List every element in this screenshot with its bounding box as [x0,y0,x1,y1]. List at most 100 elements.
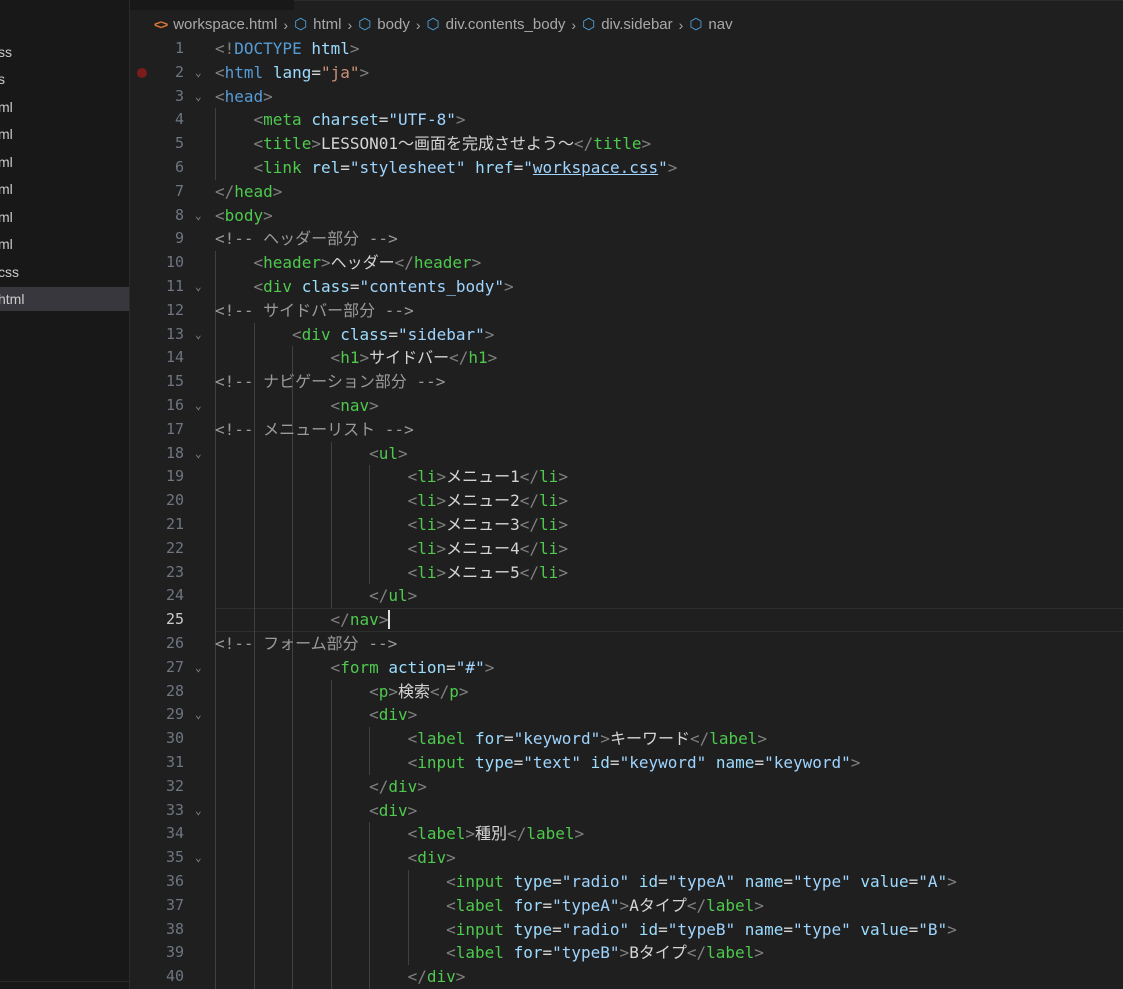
code-text[interactable]: <p>検索</p> [369,680,468,704]
code-line[interactable]: 16 ⌄ <nav> [130,394,1123,418]
breadcrumb-item[interactable]: ⬡ div.contents_body [427,14,566,36]
code-text[interactable]: <!-- サイドバー部分 --> [215,299,414,323]
code-line[interactable]: 6 <link rel="stylesheet" href="workspace.… [130,156,1123,180]
code-text[interactable]: <header>ヘッダー</header> [254,251,482,275]
code-text[interactable]: <div class="sidebar"> [292,323,494,347]
code-line[interactable]: 29 ⌄ <div> [130,703,1123,728]
active-tab[interactable] [294,0,1123,11]
explorer-file-item[interactable]: ml [0,232,129,256]
code-text[interactable]: <label for="keyword">キーワード</label> [408,727,767,751]
explorer-file-item[interactable]: s [0,67,129,91]
code-line[interactable]: 19 <li>メニュー1</li> [130,465,1123,490]
code-line[interactable]: 30 <label for="keyword">キーワード</label> [130,727,1123,751]
code-line[interactable]: 21 <li>メニュー3</li> [130,513,1123,537]
code-line[interactable]: 26 <!-- フォーム部分 --> [130,632,1123,656]
fold-chevron-icon[interactable]: ⌄ [195,703,202,727]
breadcrumb-item[interactable]: ⬡ body [358,14,410,36]
code-line[interactable]: 4 <meta charset="UTF-8"> [130,108,1123,133]
code-text[interactable]: <link rel="stylesheet" href="workspace.c… [254,156,678,180]
code-text[interactable]: <li>メニュー1</li> [408,465,568,489]
code-text[interactable]: <!DOCTYPE html> [215,37,360,61]
code-text[interactable]: <meta charset="UTF-8"> [254,108,466,132]
code-text[interactable]: <li>メニュー5</li> [408,561,568,585]
code-line[interactable]: 35 ⌄ <div> [130,846,1123,870]
code-text[interactable]: </nav> [331,608,391,632]
code-text[interactable]: <li>メニュー4</li> [408,537,568,561]
code-line[interactable]: 18 ⌄ <ul> [130,441,1123,466]
code-line[interactable]: 31 <input type="text" id="keyword" name="… [130,751,1123,775]
fold-chevron-icon[interactable]: ⌄ [195,846,202,870]
code-text[interactable]: <label for="typeA">Aタイプ</label> [446,894,764,918]
code-line[interactable]: 2 ⌄ <html lang="ja"> [130,61,1123,85]
explorer-file-item[interactable]: css [0,260,129,284]
explorer-file-item[interactable]: ml [0,177,129,201]
code-text[interactable]: <input type="radio" id="typeA" name="typ… [446,870,957,894]
code-text[interactable]: <!-- メニューリスト --> [215,418,414,442]
code-text[interactable]: </div> [369,775,427,799]
code-text[interactable]: <input type="radio" id="typeB" name="typ… [446,918,957,942]
breadcrumb-file[interactable]: <> workspace.html [154,14,277,36]
code-line[interactable]: 32 </div> [130,774,1123,799]
code-line[interactable]: 3 ⌄ <head> [130,85,1123,109]
code-line[interactable]: 13 ⌄ <div class="sidebar"> [130,322,1123,347]
code-line[interactable]: 33 ⌄ <div> [130,798,1123,823]
code-text[interactable]: <!-- フォーム部分 --> [215,632,397,656]
fold-chevron-icon[interactable]: ⌄ [195,275,202,299]
explorer-file-item[interactable]: ss [0,40,129,64]
code-line[interactable]: 8 ⌄ <body> [130,204,1123,228]
fold-chevron-icon[interactable]: ⌄ [195,394,202,418]
code-text[interactable]: <html lang="ja"> [215,61,369,85]
code-text[interactable]: <div> [369,703,417,727]
code-text[interactable]: </div> [408,965,466,989]
breadcrumb-item[interactable]: ⬡ nav [689,14,732,36]
fold-chevron-icon[interactable]: ⌄ [195,656,202,680]
explorer-file-item[interactable]: ml [0,205,129,229]
code-text[interactable]: <!-- ナビゲーション部分 --> [215,370,445,394]
code-line[interactable]: 1 <!DOCTYPE html> [130,37,1123,61]
code-text[interactable]: <li>メニュー2</li> [408,489,568,513]
explorer-file-item[interactable]: ml [0,122,129,146]
code-text[interactable]: <div> [408,846,456,870]
code-line[interactable]: 39 <label for="typeB">Bタイプ</label> [130,941,1123,966]
code-text[interactable]: <label for="typeB">Bタイプ</label> [446,941,764,965]
code-text[interactable]: <title>LESSON01〜画面を完成させよう〜</title> [254,132,652,156]
code-line[interactable]: 12 <!-- サイドバー部分 --> [130,298,1123,323]
code-line[interactable]: 15 <!-- ナビゲーション部分 --> [130,370,1123,394]
code-line[interactable]: 10 <header>ヘッダー</header> [130,251,1123,275]
code-text[interactable]: <h1>サイドバー</h1> [331,346,498,370]
code-line[interactable]: 11 ⌄ <div class="contents_body"> [130,275,1123,299]
fold-chevron-icon[interactable]: ⌄ [195,85,202,109]
code-text[interactable]: <nav> [331,394,379,418]
code-editor[interactable]: 1 <!DOCTYPE html> 2 ⌄ <html lang="ja"> 3 ⌄ <hea… [130,37,1123,989]
fold-chevron-icon[interactable]: ⌄ [195,204,202,228]
code-line[interactable]: 22 <li>メニュー4</li> [130,536,1123,561]
code-line[interactable]: 40 </div> [130,965,1123,989]
code-text[interactable]: </ul> [369,584,417,608]
code-text[interactable]: <head> [215,85,273,109]
code-line[interactable]: 5 <title>LESSON01〜画面を完成させよう〜</title> [130,132,1123,156]
breadcrumb-item[interactable]: ⬡ div.sidebar [582,14,673,36]
code-line[interactable]: 38 <input type="radio" id="typeB" name="t… [130,917,1123,942]
code-line[interactable]: 17 <!-- メニューリスト --> [130,417,1123,442]
code-line[interactable]: 28 <p>検索</p> [130,679,1123,704]
code-line[interactable]: 37 <label for="typeA">Aタイプ</label> [130,893,1123,918]
code-line[interactable]: 23 <li>メニュー5</li> [130,560,1123,585]
code-line[interactable]: 34 <label>種別</label> [130,822,1123,847]
code-line[interactable]: 7 </head> [130,180,1123,204]
code-text[interactable]: <label>種別</label> [408,822,585,846]
fold-chevron-icon[interactable]: ⌄ [195,61,202,85]
code-text[interactable]: <form action="#"> [331,656,495,680]
breadcrumb-item[interactable]: ⬡ html [294,14,341,36]
code-text[interactable]: <li>メニュー3</li> [408,513,568,537]
code-text[interactable]: <input type="text" id="keyword" name="ke… [408,751,861,775]
fold-chevron-icon[interactable]: ⌄ [195,799,202,823]
explorer-file-item[interactable]: html [0,287,129,311]
code-text[interactable]: <ul> [369,442,408,466]
code-text[interactable]: <!-- ヘッダー部分 --> [215,227,398,251]
code-text[interactable]: <body> [215,204,273,228]
code-line[interactable]: 36 <input type="radio" id="typeA" name="t… [130,870,1123,894]
code-line[interactable]: 20 <li>メニュー2</li> [130,489,1123,513]
code-line[interactable]: 27 ⌄ <form action="#"> [130,655,1123,680]
explorer-file-item[interactable]: ml [0,95,129,119]
code-text[interactable]: <div> [369,799,417,823]
